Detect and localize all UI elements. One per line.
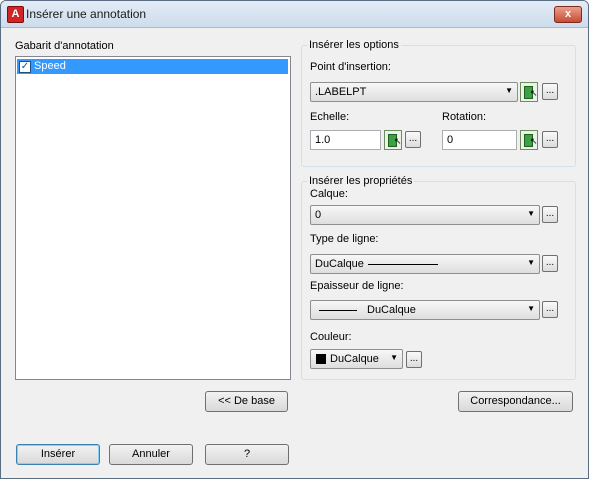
insertion-point-ellipsis-button[interactable]: ... — [542, 83, 558, 100]
template-label: Gabarit d'annotation — [15, 40, 114, 52]
help-button[interactable]: ? — [205, 444, 289, 465]
layer-dropdown[interactable]: 0 ▼ — [310, 205, 540, 225]
color-label: Couleur: — [310, 331, 352, 343]
autocad-icon: A — [7, 6, 24, 23]
insert-annotation-dialog: A Insérer une annotation x Gabarit d'ann… — [0, 0, 589, 479]
list-item-label: Speed — [34, 60, 66, 72]
scale-label: Echelle: — [310, 111, 350, 123]
title-bar: A Insérer une annotation x — [1, 1, 588, 28]
cancel-button[interactable]: Annuler — [109, 444, 193, 465]
linetype-sample — [367, 263, 438, 265]
close-button[interactable]: x — [554, 6, 582, 23]
insert-properties-title: Insérer les propriétés — [307, 175, 415, 187]
chevron-down-icon: ▼ — [505, 86, 513, 95]
lineweight-display: DuCalque — [319, 304, 416, 316]
lineweight-value: DuCalque — [367, 304, 416, 316]
color-ellipsis-button[interactable]: ... — [406, 351, 422, 368]
list-item[interactable]: ✓ Speed — [17, 59, 288, 74]
pick-insertion-point-button[interactable]: ↖ — [520, 82, 538, 102]
cursor-icon: ↖ — [394, 136, 402, 146]
color-dropdown[interactable]: DuCalque ▼ — [310, 349, 403, 369]
scale-input[interactable]: 1.0 — [310, 130, 381, 150]
cursor-icon: ↖ — [530, 136, 538, 146]
match-button[interactable]: Correspondance... — [458, 391, 573, 412]
chevron-down-icon: ▼ — [527, 258, 535, 267]
lineweight-sample — [319, 309, 357, 311]
checkbox-speed[interactable]: ✓ — [19, 61, 31, 73]
linetype-value: DuCalque — [315, 258, 364, 270]
template-list[interactable]: ✓ Speed — [15, 56, 291, 380]
insert-options-title: Insérer les options — [307, 39, 401, 51]
basic-mode-button[interactable]: << De base — [205, 391, 288, 412]
pick-scale-button[interactable]: ↖ — [384, 130, 402, 150]
window-title: Insérer une annotation — [26, 7, 147, 21]
color-swatch — [316, 354, 326, 364]
rotation-input[interactable]: 0 — [442, 130, 517, 150]
layer-ellipsis-button[interactable]: ... — [542, 206, 558, 223]
cursor-icon: ↖ — [530, 88, 538, 98]
insertion-point-dropdown[interactable]: .LABELPT ▼ — [310, 82, 518, 102]
scale-ellipsis-button[interactable]: ... — [405, 131, 421, 148]
lineweight-ellipsis-button[interactable]: ... — [542, 301, 558, 318]
insertion-point-value: .LABELPT — [315, 86, 367, 98]
checkmark-icon: ✓ — [20, 61, 30, 72]
layer-value: 0 — [315, 209, 322, 221]
linetype-label: Type de ligne: — [310, 233, 379, 245]
chevron-down-icon: ▼ — [527, 304, 535, 313]
rotation-label: Rotation: — [442, 111, 487, 123]
layer-label: Calque: — [310, 188, 348, 200]
chevron-down-icon: ▼ — [527, 209, 535, 218]
lineweight-dropdown[interactable]: DuCalque ▼ — [310, 300, 540, 320]
insert-button[interactable]: Insérer — [16, 444, 100, 465]
rotation-ellipsis-button[interactable]: ... — [542, 131, 558, 148]
lineweight-label: Epaisseur de ligne: — [310, 280, 404, 292]
pick-rotation-button[interactable]: ↖ — [520, 130, 538, 150]
linetype-display: DuCalque — [315, 258, 438, 270]
linetype-dropdown[interactable]: DuCalque ▼ — [310, 254, 540, 274]
insertion-point-label: Point d'insertion: — [310, 61, 391, 73]
color-value: DuCalque — [330, 353, 379, 365]
rotation-value: 0 — [447, 134, 454, 146]
linetype-ellipsis-button[interactable]: ... — [542, 255, 558, 272]
chevron-down-icon: ▼ — [390, 353, 398, 362]
scale-value: 1.0 — [315, 134, 331, 146]
